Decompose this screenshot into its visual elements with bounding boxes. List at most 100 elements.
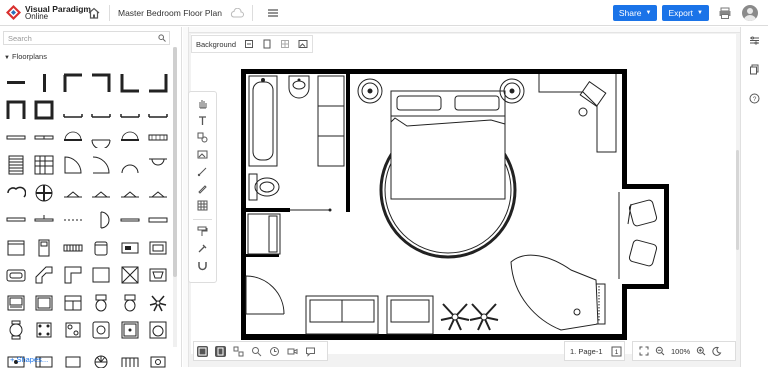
properties-icon[interactable] [749, 35, 760, 46]
table-shape[interactable] [91, 265, 111, 285]
search-icon[interactable] [158, 34, 166, 42]
panel-scrollbar[interactable] [173, 47, 177, 347]
chair-shape[interactable] [91, 238, 111, 258]
window-shape[interactable] [6, 128, 26, 148]
entry-door[interactable] [245, 275, 285, 315]
table-round-shape[interactable] [6, 320, 26, 340]
pen-icon[interactable] [197, 183, 208, 194]
wall-horizontal-shape[interactable] [6, 73, 26, 93]
cabinet-shape[interactable] [6, 238, 26, 258]
page-count-icon[interactable]: 1 [611, 346, 622, 357]
door-shape[interactable] [120, 183, 140, 203]
plant-shape[interactable] [148, 293, 168, 313]
wall-corner-shape[interactable] [120, 73, 140, 93]
door-shape[interactable] [91, 155, 111, 175]
door-shape[interactable] [148, 183, 168, 203]
toilet[interactable] [248, 173, 280, 201]
counter-corner-shape[interactable] [34, 265, 54, 285]
sofa[interactable] [305, 295, 379, 335]
door-shape[interactable] [6, 183, 26, 203]
diagram-canvas[interactable]: Background [183, 27, 740, 367]
stove-shape[interactable] [6, 293, 26, 313]
wall-corner-shape[interactable] [63, 73, 83, 93]
room-shape[interactable] [34, 100, 54, 120]
door-shape[interactable] [120, 155, 140, 175]
door-shape[interactable] [91, 183, 111, 203]
wall-shape[interactable] [148, 100, 168, 120]
door-shape[interactable] [91, 128, 111, 148]
plant-left[interactable] [440, 303, 470, 331]
menu-icon[interactable] [267, 8, 279, 18]
outline-icon[interactable] [215, 345, 226, 357]
paint-roller-icon[interactable] [197, 226, 208, 237]
wall-corner-shape[interactable] [148, 73, 168, 93]
layers-icon[interactable] [233, 346, 244, 357]
room-shape[interactable] [6, 100, 26, 120]
user-avatar[interactable] [742, 5, 758, 21]
spiral-stairs-shape[interactable] [91, 348, 111, 368]
video-icon[interactable] [287, 346, 298, 357]
door-shape[interactable] [91, 210, 111, 230]
search-icon[interactable] [251, 346, 262, 357]
panel-scrollbar-thumb[interactable] [173, 47, 177, 277]
image-icon[interactable] [298, 39, 308, 49]
dining-table-shape[interactable] [63, 320, 83, 340]
floor-plan-diagram[interactable] [191, 34, 736, 354]
connector-icon[interactable] [197, 166, 208, 177]
zoom-in-icon[interactable] [696, 346, 706, 356]
lamp-right[interactable] [499, 78, 525, 104]
text-icon[interactable] [197, 115, 208, 126]
counter-corner-shape[interactable] [63, 265, 83, 285]
sink-shape[interactable] [148, 320, 168, 340]
armchair-lower[interactable] [628, 239, 658, 267]
more-shapes-link[interactable]: + Shapes... [10, 355, 48, 367]
wall-shape[interactable] [63, 100, 83, 120]
home-icon[interactable] [87, 6, 101, 20]
bathtub-shape[interactable] [6, 265, 26, 285]
sink-shape[interactable] [148, 348, 168, 368]
window-shape[interactable] [148, 210, 168, 230]
wall-shape[interactable] [91, 100, 111, 120]
grand-piano[interactable] [510, 254, 606, 331]
bed[interactable] [379, 90, 517, 259]
diagram-page[interactable] [191, 34, 736, 354]
door-shape[interactable] [148, 155, 168, 175]
chair-shape[interactable] [63, 348, 83, 368]
pages-icon[interactable] [749, 64, 760, 75]
window-shape[interactable] [63, 210, 83, 230]
share-button[interactable]: Share ▼ [612, 5, 658, 21]
radiator-shape[interactable] [63, 238, 83, 258]
window-shape[interactable] [120, 210, 140, 230]
refrigerator-shape[interactable] [34, 238, 54, 258]
canvas-scrollbar[interactable] [736, 150, 739, 250]
sink-shape[interactable] [34, 293, 54, 313]
window-shape[interactable] [34, 210, 54, 230]
app-logo[interactable]: Visual Paradigm Online [5, 4, 91, 21]
corner-desk[interactable] [538, 74, 617, 153]
document-title[interactable]: Master Bedroom Floor Plan [118, 8, 222, 18]
appliance-shape[interactable] [148, 238, 168, 258]
sink-shape[interactable] [148, 265, 168, 285]
cabinet-shape[interactable] [63, 293, 83, 313]
wall-vertical-shape[interactable] [34, 73, 54, 93]
door-shape[interactable] [120, 128, 140, 148]
armchair-upper[interactable] [627, 199, 658, 227]
wall-shape[interactable] [119, 100, 140, 120]
print-icon[interactable] [718, 6, 732, 20]
floorplans-section-header[interactable]: ▼ Floorplans [4, 52, 47, 61]
dining-table-shape[interactable] [34, 320, 54, 340]
magnet-icon[interactable] [197, 260, 208, 271]
panel-toggle-icon[interactable] [197, 345, 208, 357]
stove-shape[interactable] [91, 320, 111, 340]
help-icon[interactable]: ? [749, 93, 760, 104]
stairs-shape[interactable] [34, 155, 54, 175]
window-shape[interactable] [34, 128, 54, 148]
dark-mode-icon[interactable] [712, 346, 722, 356]
shapes-icon[interactable] [197, 132, 208, 143]
toilet-shape[interactable] [91, 293, 111, 313]
page-selector[interactable]: 1. Page-1 1 [564, 341, 625, 361]
window-shape[interactable] [148, 128, 168, 148]
shower-shape[interactable] [120, 320, 140, 340]
bathroom-sink[interactable] [288, 75, 310, 99]
door-shape[interactable] [63, 183, 83, 203]
